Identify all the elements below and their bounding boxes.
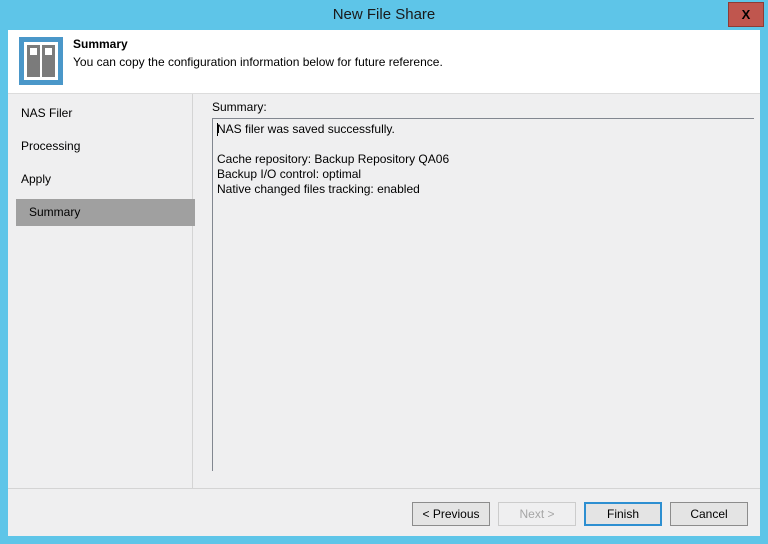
summary-label: Summary: <box>212 100 267 114</box>
new-file-share-dialog: New File Share X Summary You can copy th… <box>0 0 768 544</box>
sidebar-item-nas-filer[interactable]: NAS Filer <box>8 100 187 127</box>
sidebar-item-summary[interactable]: Summary <box>16 199 195 226</box>
cancel-button[interactable]: Cancel <box>670 502 748 526</box>
summary-textbox-value: NAS filer was saved successfully. Cache … <box>217 122 747 197</box>
finish-button[interactable]: Finish <box>584 502 662 526</box>
next-button: Next > <box>498 502 576 526</box>
dialog-header: Summary You can copy the configuration i… <box>8 30 760 94</box>
dialog-body: Summary You can copy the configuration i… <box>8 30 760 536</box>
summary-textbox[interactable]: NAS filer was saved successfully. Cache … <box>212 118 754 471</box>
sidebar-item-processing[interactable]: Processing <box>8 133 187 160</box>
close-icon[interactable]: X <box>728 2 764 27</box>
page-title: Summary <box>73 37 128 51</box>
page-subtitle: You can copy the configuration informati… <box>73 55 443 69</box>
wizard-steps-sidebar: NAS Filer Processing Apply Summary <box>8 94 193 488</box>
dialog-footer: < Previous Next > Finish Cancel <box>8 488 760 536</box>
body-area: NAS Filer Processing Apply Summary Summa… <box>8 94 760 488</box>
window-title: New File Share <box>0 0 768 30</box>
sidebar-item-apply[interactable]: Apply <box>8 166 187 193</box>
previous-button[interactable]: < Previous <box>412 502 490 526</box>
nas-filer-icon <box>19 37 63 85</box>
title-bar: New File Share X <box>0 0 768 30</box>
main-content: Summary: NAS filer was saved successfull… <box>194 94 760 488</box>
